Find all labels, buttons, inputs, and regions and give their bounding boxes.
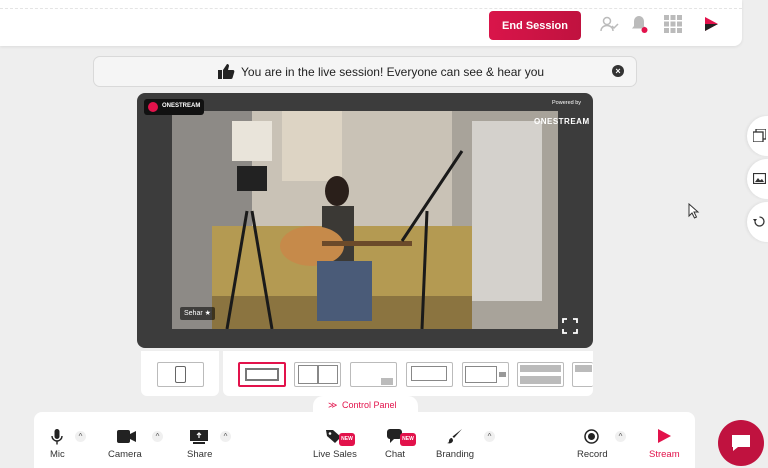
layout-preview (575, 365, 592, 372)
stream-label[interactable]: Stream (649, 449, 680, 460)
side-button-image[interactable] (747, 159, 768, 199)
layout-option-single[interactable] (238, 362, 286, 387)
layout-preview (465, 366, 497, 383)
layout-preview (318, 365, 338, 384)
thumbs-up-icon (218, 64, 235, 79)
gallery-icon (753, 129, 766, 142)
end-session-button[interactable]: End Session (489, 11, 581, 40)
side-button-gallery[interactable] (747, 116, 768, 156)
notification-bell-icon[interactable] (629, 14, 649, 34)
record-icon[interactable] (584, 429, 599, 444)
share-label[interactable]: Share (187, 449, 212, 460)
top-bar-divider (0, 8, 742, 9)
branding-options-caret-icon[interactable]: ^ (484, 431, 495, 442)
support-chat-button[interactable] (718, 420, 764, 466)
share-options-caret-icon[interactable]: ^ (220, 431, 231, 442)
layout-option-framed[interactable] (406, 362, 453, 387)
branding-label[interactable]: Branding (436, 449, 474, 460)
brand-logo: ONESTREAM (144, 99, 204, 115)
star-icon[interactable]: ★ (205, 310, 211, 317)
participant-name: Sehar (184, 310, 203, 317)
side-button-rewind[interactable] (747, 202, 768, 242)
live-sales-new-badge: NEW (339, 433, 355, 446)
brush-icon[interactable] (447, 428, 463, 444)
layout-preview (520, 376, 561, 384)
fullscreen-icon[interactable] (562, 318, 578, 334)
apps-grid-icon[interactable] (663, 14, 683, 34)
layout-preview (245, 368, 279, 381)
layout-preview (411, 366, 447, 381)
participants-icon[interactable] (599, 14, 619, 34)
layout-option-corner[interactable] (350, 362, 397, 387)
brand-logo-text: ONESTREAM (162, 103, 201, 109)
image-icon (753, 173, 766, 184)
mouse-cursor-icon (688, 203, 700, 219)
support-chat-icon (732, 435, 750, 451)
participant-name-tag: Sehar ★ (180, 307, 215, 320)
onestream-logo-icon[interactable] (701, 14, 721, 34)
replay-icon (753, 216, 765, 227)
phone-icon (175, 366, 186, 383)
camera-label[interactable]: Camera (108, 449, 142, 460)
layout-option-more[interactable] (572, 362, 593, 387)
layout-option-sidebar[interactable] (462, 362, 509, 387)
layout-preview (499, 372, 506, 377)
live-session-message: You are in the live session! Everyone ca… (241, 65, 545, 79)
chat-new-badge: NEW (400, 433, 416, 446)
layout-option-banner[interactable] (517, 362, 564, 387)
record-options-caret-icon[interactable]: ^ (615, 431, 626, 442)
chevron-down-icon[interactable]: ≫ (328, 400, 337, 411)
brand-logo-dot (148, 102, 158, 112)
screen-share-icon[interactable] (190, 430, 208, 444)
layout-preview (298, 365, 318, 384)
watermark-text: ONESTREAM (534, 117, 590, 126)
layout-preview (381, 378, 393, 385)
layout-preview (520, 365, 561, 372)
mic-icon[interactable] (51, 429, 63, 445)
control-panel-label[interactable]: Control Panel (342, 400, 397, 410)
powered-by-label: Powered by (552, 100, 582, 106)
stream-icon[interactable] (657, 428, 672, 444)
camera-icon[interactable] (117, 430, 136, 443)
layout-option-split[interactable] (294, 362, 341, 387)
mic-options-caret-icon[interactable]: ^ (75, 431, 86, 442)
live-sales-label[interactable]: Live Sales (313, 449, 357, 460)
camera-options-caret-icon[interactable]: ^ (152, 431, 163, 442)
record-label[interactable]: Record (577, 449, 608, 460)
mic-label[interactable]: Mic (50, 449, 65, 460)
participant-video (172, 111, 558, 329)
close-icon[interactable]: × (612, 65, 624, 77)
chat-label[interactable]: Chat (385, 449, 405, 460)
